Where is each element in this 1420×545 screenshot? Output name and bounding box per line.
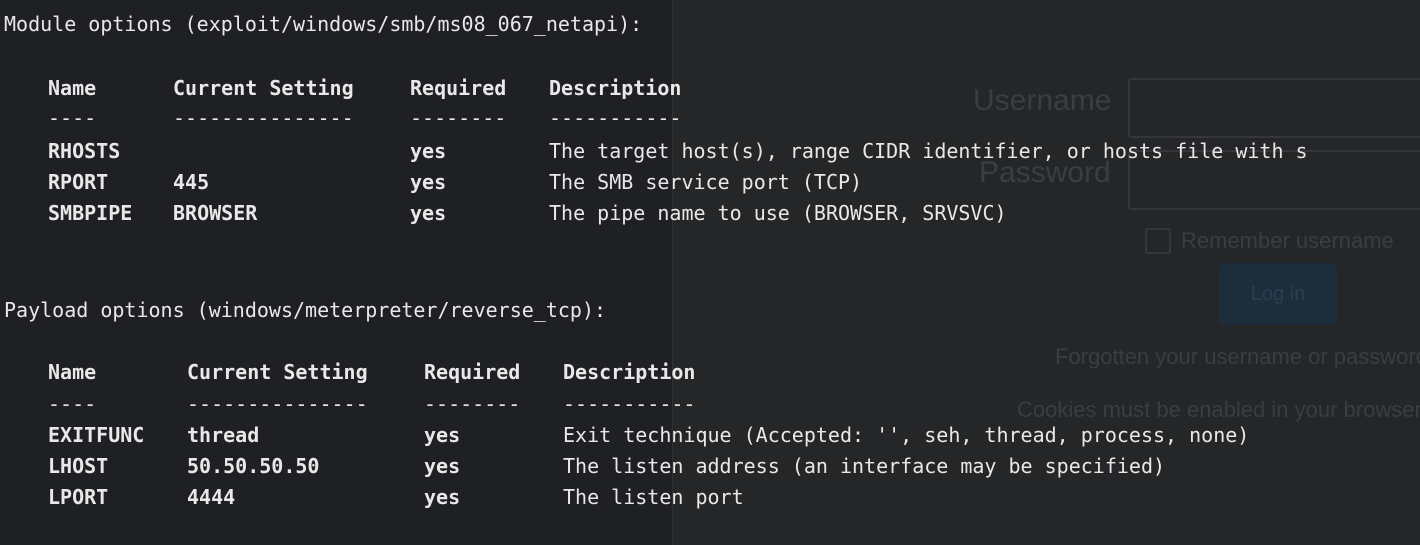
option-name: SMBPIPE xyxy=(48,201,133,225)
option-name: RPORT xyxy=(48,170,109,194)
option-name: EXITFUNC xyxy=(48,423,145,447)
module-col-required: Required xyxy=(410,76,507,100)
option-name: RHOSTS xyxy=(48,139,121,163)
payload-col-description: Description xyxy=(563,360,696,384)
payload-col-required: Required xyxy=(424,360,521,384)
option-setting: 4444 xyxy=(187,485,236,509)
option-description: The pipe name to use (BROWSER, SRVSVC) xyxy=(549,201,1007,225)
payload-underline-setting: --------------- xyxy=(187,392,368,416)
payload-col-setting: Current Setting xyxy=(187,360,368,384)
payload-col-name: Name xyxy=(48,360,97,384)
module-underline-description: ----------- xyxy=(549,106,682,130)
option-required: yes xyxy=(410,139,447,163)
option-setting: thread xyxy=(187,423,260,447)
payload-options-heading: Payload options (windows/meterpreter/rev… xyxy=(4,298,607,322)
option-setting: 50.50.50.50 xyxy=(187,454,320,478)
option-required: yes xyxy=(410,201,447,225)
module-underline-required: -------- xyxy=(410,106,507,130)
option-description: The target host(s), range CIDR identifie… xyxy=(549,139,1308,163)
option-required: yes xyxy=(410,170,447,194)
option-description: Exit technique (Accepted: '', seh, threa… xyxy=(563,423,1250,447)
payload-underline-required: -------- xyxy=(424,392,521,416)
option-name: LPORT xyxy=(48,485,109,509)
payload-underline-description: ----------- xyxy=(563,392,696,416)
option-required: yes xyxy=(424,423,461,447)
option-description: The SMB service port (TCP) xyxy=(549,170,863,194)
module-options-heading: Module options (exploit/windows/smb/ms08… xyxy=(4,12,643,36)
payload-underline-name: ---- xyxy=(48,392,97,416)
module-underline-name: ---- xyxy=(48,106,97,130)
option-required: yes xyxy=(424,485,461,509)
option-required: yes xyxy=(424,454,461,478)
option-description: The listen port xyxy=(563,485,744,509)
module-underline-setting: --------------- xyxy=(173,106,354,130)
module-col-name: Name xyxy=(48,76,97,100)
option-setting: 445 xyxy=(173,170,210,194)
option-description: The listen address (an interface may be … xyxy=(563,454,1166,478)
module-col-description: Description xyxy=(549,76,682,100)
terminal-output[interactable]: Module options (exploit/windows/smb/ms08… xyxy=(0,0,1420,545)
option-setting: BROWSER xyxy=(173,201,258,225)
module-col-setting: Current Setting xyxy=(173,76,354,100)
option-name: LHOST xyxy=(48,454,109,478)
